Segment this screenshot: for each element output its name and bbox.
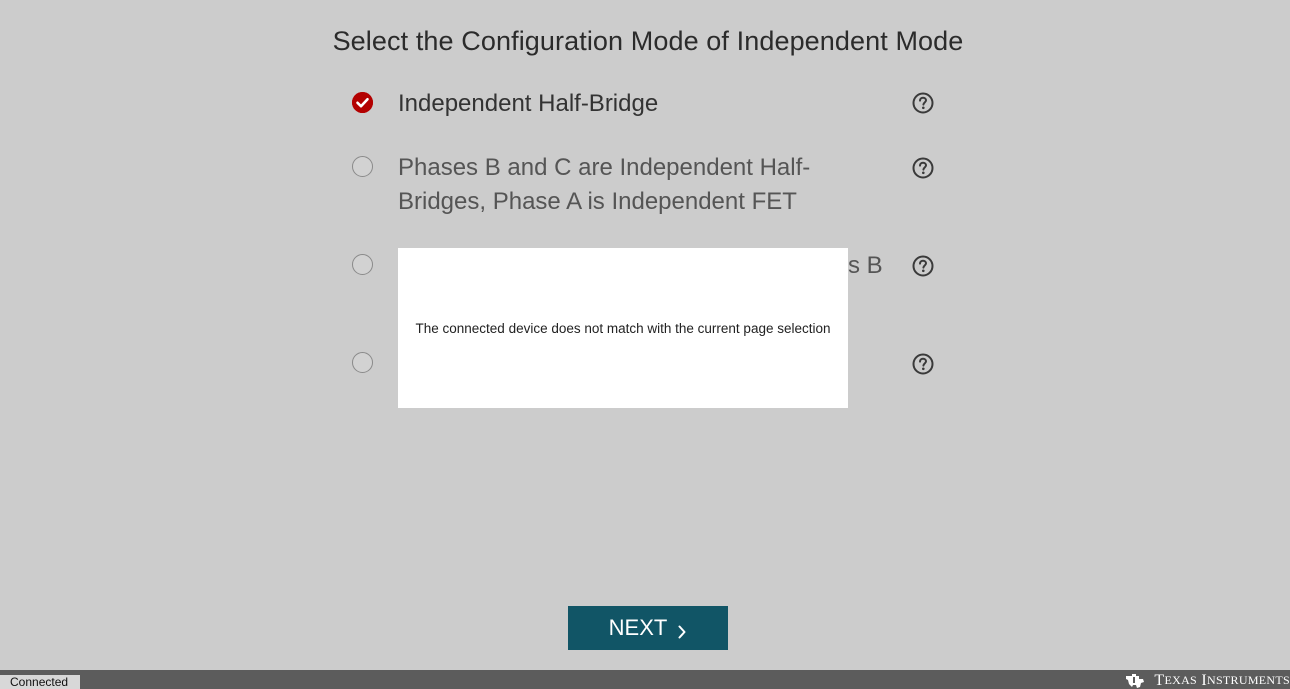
check-circle-icon[interactable] [352,92,373,113]
help-icon[interactable] [912,353,934,375]
connection-status: Connected [0,675,80,689]
radio-icon[interactable] [352,156,373,177]
option-label: Phases B and C are Independent Half-Brid… [398,154,811,215]
brand-exas: EXAS [1164,673,1198,687]
radio-icon[interactable] [352,352,373,373]
ti-brand: T EXAS I NSTRUMENTS [1124,672,1290,689]
chevron-right-icon [677,620,687,639]
brand-nstruments: NSTRUMENTS [1206,673,1290,687]
radio-icon[interactable] [352,254,373,275]
next-button-label: NEXT [608,615,668,640]
option-label: Independent Half-Bridge [398,90,659,117]
mismatch-dialog: The connected device does not match with… [398,248,848,408]
help-icon[interactable] [912,157,934,179]
help-icon[interactable] [912,92,934,114]
help-icon[interactable] [912,255,934,277]
option-label: s B [848,252,883,279]
status-bar: Connected T EXAS I NSTRUMENTS [0,670,1290,689]
ti-logo-icon [1126,673,1145,688]
dialog-message: The connected device does not match with… [415,320,831,336]
next-button[interactable]: NEXT [568,606,728,650]
brand-t: T [1154,671,1165,689]
